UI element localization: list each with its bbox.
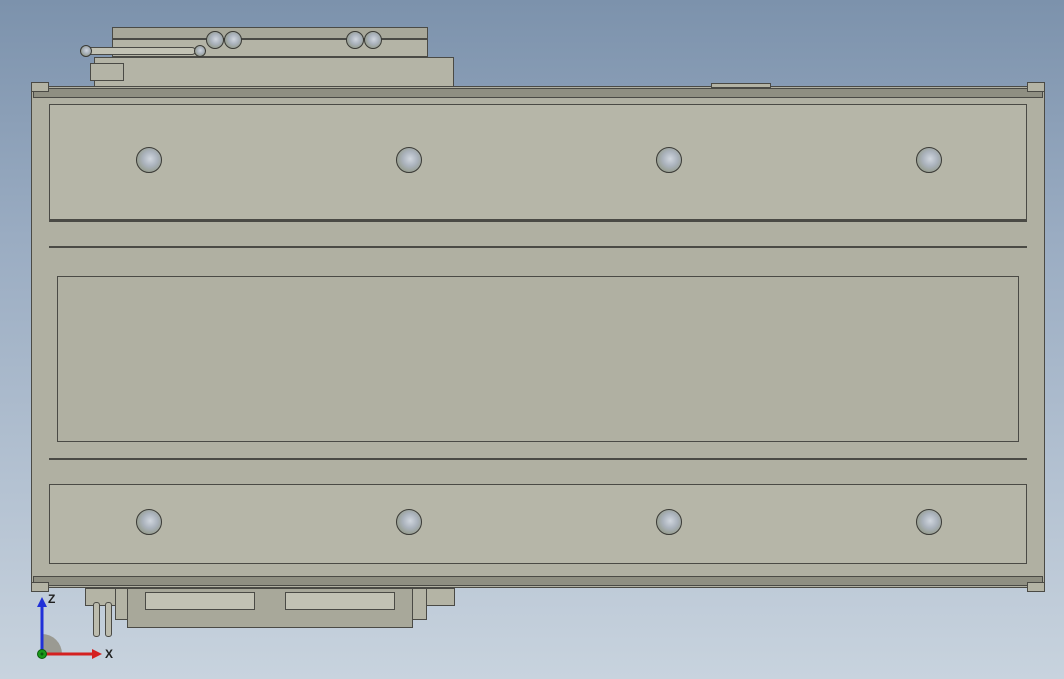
cad-model[interactable] (31, 86, 1045, 588)
model-notch (711, 83, 771, 88)
model-center-recess (57, 276, 1019, 442)
model-top-edge (33, 88, 1043, 98)
mounting-hole (396, 147, 422, 173)
model-tab (31, 82, 49, 92)
mounting-hole (396, 509, 422, 535)
cad-viewport[interactable]: X Z (0, 0, 1064, 679)
view-axis-triad[interactable]: X Z (22, 589, 122, 669)
model-lower-rail (49, 484, 1027, 564)
mounting-hole (916, 147, 942, 173)
model-tab (1027, 582, 1045, 592)
top-fixture (94, 27, 454, 87)
mounting-hole (656, 509, 682, 535)
mounting-hole (656, 147, 682, 173)
model-tab (1027, 82, 1045, 92)
mounting-hole (136, 147, 162, 173)
axis-x-label: X (105, 647, 113, 661)
axis-z-label: Z (48, 592, 55, 606)
model-bottom-edge (33, 576, 1043, 586)
bottom-fixture (85, 588, 455, 643)
model-upper-rail (49, 104, 1027, 220)
mounting-hole (136, 509, 162, 535)
mounting-hole (916, 509, 942, 535)
